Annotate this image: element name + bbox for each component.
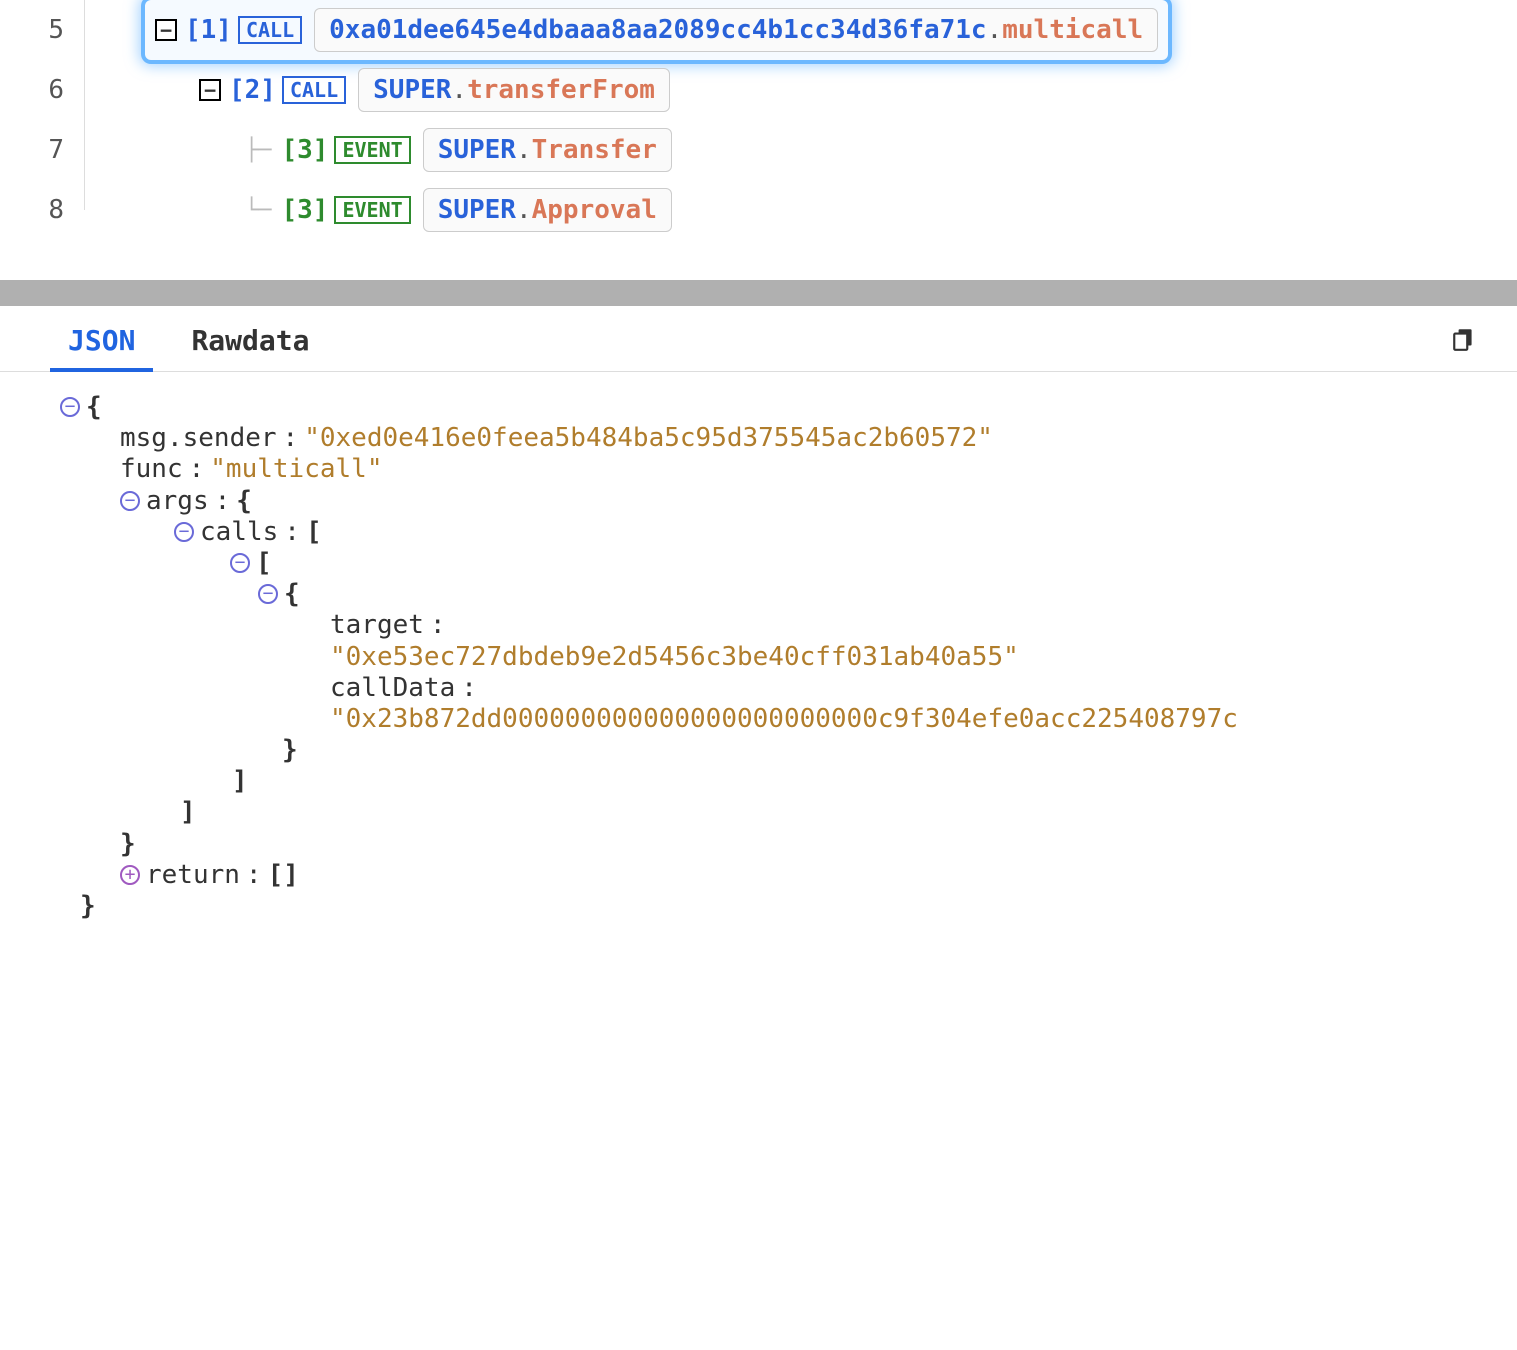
line-number: 6: [0, 60, 85, 120]
method-name: transferFrom: [467, 75, 655, 105]
json-key: func: [120, 454, 183, 485]
close-bracket: ]: [232, 766, 248, 797]
collapse-icon[interactable]: −: [174, 522, 194, 542]
json-viewer: − { msg.sender : "0xed0e416e0feea5b484ba…: [0, 372, 1517, 942]
tree-connector: └─: [245, 198, 272, 223]
line-number: 8: [0, 180, 85, 240]
depth-indicator: [2]: [229, 75, 276, 105]
function-pill[interactable]: SUPER.transferFrom: [358, 68, 670, 112]
json-string: "0xe53ec727dbdeb9e2d5456c3be40cff031ab40…: [330, 642, 1019, 673]
json-key: return: [146, 860, 240, 891]
function-pill[interactable]: SUPER.Transfer: [423, 128, 672, 172]
contract-name: SUPER: [438, 195, 516, 225]
collapse-icon[interactable]: −: [60, 397, 80, 417]
depth-indicator: [3]: [282, 195, 329, 225]
json-string: "0xed0e416e0feea5b484ba5c95d375545ac2b60…: [304, 423, 993, 454]
trace-row[interactable]: 8 └─ [3]EVENT SUPER.Approval: [0, 180, 1517, 240]
contract-name: SUPER: [438, 135, 516, 165]
close-brace: }: [120, 829, 136, 860]
json-key: target: [330, 610, 424, 641]
collapse-icon[interactable]: −: [120, 491, 140, 511]
function-pill[interactable]: 0xa01dee645e4dbaaa8aa2089cc4b1cc34d36fa7…: [314, 8, 1158, 52]
call-badge: CALL: [282, 76, 346, 104]
json-string: "0x23b872dd000000000000000000000000c9f30…: [330, 704, 1238, 735]
detail-tabs: JSON Rawdata: [0, 306, 1517, 372]
event-badge: EVENT: [334, 136, 410, 164]
json-key: msg.sender: [120, 423, 277, 454]
contract-name: SUPER: [373, 75, 451, 105]
json-key: args: [146, 486, 209, 517]
tab-json[interactable]: JSON: [40, 306, 163, 371]
function-pill[interactable]: SUPER.Approval: [423, 188, 672, 232]
line-number: 5: [0, 0, 85, 60]
method-name: multicall: [1002, 15, 1143, 45]
tab-rawdata[interactable]: Rawdata: [163, 306, 337, 371]
json-key: callData: [330, 673, 455, 704]
collapse-toggle[interactable]: −: [155, 19, 177, 41]
trace-row[interactable]: 7 ├─ [3]EVENT SUPER.Transfer: [0, 120, 1517, 180]
close-bracket: ]: [180, 797, 196, 828]
json-string: "multicall": [210, 454, 382, 485]
pane-divider[interactable]: [0, 280, 1517, 306]
line-number: 7: [0, 120, 85, 180]
depth-indicator: [1]: [185, 15, 232, 45]
trace-row[interactable]: 5 −[1]CALL 0xa01dee645e4dbaaa8aa2089cc4b1c…: [0, 0, 1517, 60]
contract-name: 0xa01dee645e4dbaaa8aa2089cc4b1cc34d36fa7…: [329, 15, 986, 45]
close-brace: }: [282, 735, 298, 766]
close-brace: }: [80, 891, 96, 922]
collapse-toggle[interactable]: −: [199, 79, 221, 101]
copy-icon[interactable]: [1451, 326, 1477, 352]
trace-row[interactable]: 6 −[2]CALL SUPER.transferFrom: [0, 60, 1517, 120]
open-brace: {: [86, 392, 102, 423]
tree-connector: ├─: [245, 138, 272, 163]
collapse-icon[interactable]: −: [230, 553, 250, 573]
trace-pane: 5−[1]CALL0xa01dee645e4dbaaa8aa2089cc4b1c…: [0, 0, 1517, 280]
depth-indicator: [3]: [282, 135, 329, 165]
expand-icon[interactable]: +: [120, 865, 140, 885]
json-key: calls: [200, 517, 278, 548]
method-name: Transfer: [532, 135, 657, 165]
method-name: Approval: [532, 195, 657, 225]
event-badge: EVENT: [334, 196, 410, 224]
json-array: []: [268, 860, 299, 891]
collapse-icon[interactable]: −: [258, 584, 278, 604]
call-badge: CALL: [238, 16, 302, 44]
